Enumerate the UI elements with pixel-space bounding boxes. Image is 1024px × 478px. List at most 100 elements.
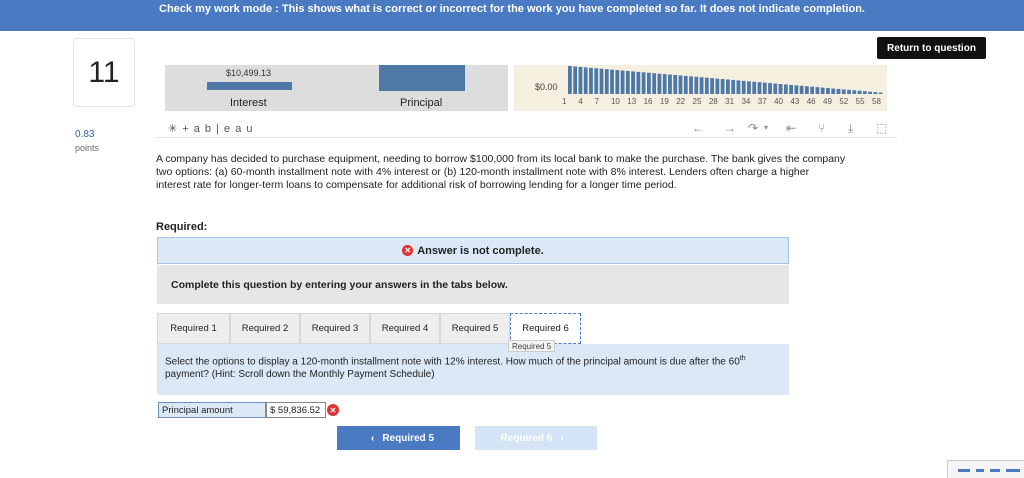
x-tick-label: 13 [627, 97, 637, 106]
answer-status-text: Answer is not complete. [417, 244, 544, 257]
x-tick-label: 58 [872, 97, 881, 106]
payment-bar [657, 73, 662, 94]
fullscreen-icon[interactable]: ⬚ [876, 121, 887, 135]
payment-bar [826, 88, 830, 94]
payment-bar [878, 92, 883, 94]
payment-bar [820, 87, 825, 94]
tableau-logo-text: + a b | e a u [182, 123, 254, 135]
x-tick-label: 10 [610, 97, 620, 106]
y-axis-zero-label: $0.00 [535, 82, 558, 92]
x-tick-label: 16 [643, 97, 653, 106]
x-tick-label: 46 [806, 97, 816, 106]
payment-bar [699, 77, 704, 94]
payment-bar [568, 66, 572, 94]
payment-bar [583, 67, 588, 94]
payment-bar [741, 80, 746, 94]
tab-tooltip: Required 5 [508, 340, 556, 352]
x-tick-label: 31 [725, 97, 735, 106]
payment-bar [673, 75, 678, 94]
incorrect-icon: ✕ [402, 245, 414, 256]
question-prompt: Select the options to display a 120-mont… [157, 344, 789, 395]
payment-bar [799, 85, 804, 94]
payment-bar [752, 81, 757, 94]
x-tick-label: 37 [757, 97, 767, 106]
instructions-text: Complete this question by entering your … [171, 278, 508, 291]
tab-required-1[interactable]: Required 1 [157, 313, 230, 344]
payment-bar [720, 79, 725, 94]
thumb-mark [976, 469, 984, 472]
tab-required-2[interactable]: Required 2 [230, 313, 300, 344]
redo-icon[interactable]: → [724, 121, 736, 135]
payment-bar [731, 79, 736, 94]
x-tick-label: 7 [594, 97, 600, 106]
x-tick-label: 1 [562, 97, 567, 106]
payment-bar [873, 92, 878, 94]
payment-bar [652, 73, 657, 94]
payment-bar [620, 70, 625, 94]
thumbnail-preview[interactable] [947, 460, 1024, 478]
payment-bar [704, 77, 709, 94]
x-tick-label: 52 [839, 97, 849, 106]
x-tick-label: 55 [855, 97, 865, 106]
download-icon[interactable]: ⤓ [848, 121, 853, 136]
check-my-work-banner: Check my work mode : This shows what is … [0, 0, 1024, 31]
payment-bar [647, 72, 651, 94]
payment-bar [847, 89, 851, 94]
return-to-question-button[interactable]: Return to question [877, 37, 986, 59]
payment-bar [694, 76, 699, 94]
prompt-text: Select the options to display a 120-mont… [165, 356, 740, 368]
incorrect-icon: ✕ [327, 404, 339, 416]
instructions: Complete this question by entering your … [157, 265, 789, 304]
payment-bar [668, 74, 672, 94]
payment-bar [831, 88, 836, 94]
tableau-logo-icon: ✳ [168, 123, 179, 135]
payment-bar [778, 84, 783, 94]
payment-bar [773, 83, 778, 94]
payment-bar [768, 83, 772, 94]
payment-bar [868, 91, 872, 94]
payment-bar [757, 82, 762, 94]
x-tick-label: 25 [692, 97, 702, 106]
payment-bar [805, 86, 809, 94]
tab-required-5[interactable]: Required 5 [440, 313, 510, 344]
chevron-down-icon[interactable]: ▾ [764, 123, 768, 132]
payment-bar [862, 91, 867, 94]
undo-icon[interactable]: ← [692, 121, 704, 135]
interest-value-label: $10,499.13 [226, 68, 272, 78]
next-required-button[interactable]: Required 6 › [475, 426, 597, 450]
payment-bar [710, 78, 714, 94]
revert-icon[interactable]: ↷ [748, 121, 758, 135]
payment-bar [604, 69, 609, 94]
payment-bar [762, 82, 767, 94]
payment-bar [689, 76, 693, 94]
principal-bar[interactable] [379, 65, 465, 91]
payment-bar [662, 74, 667, 94]
x-tick-label: 40 [774, 97, 783, 106]
payment-bar [789, 84, 793, 94]
question-text: A company has decided to purchase equipm… [156, 153, 846, 191]
payment-bar [610, 69, 614, 94]
reset-icon[interactable]: ⇤ [786, 121, 796, 135]
previous-required-button[interactable]: ‹ Required 5 [337, 426, 460, 450]
x-tick-label: 49 [823, 97, 832, 106]
thumb-mark [990, 469, 1000, 472]
interest-bar[interactable] [207, 82, 292, 90]
payment-bar [625, 70, 630, 94]
tableau-logo: ✳ + a b | e a u [168, 122, 254, 135]
tab-required-3[interactable]: Required 3 [300, 313, 370, 344]
payment-bar [678, 75, 683, 94]
payment-bar [810, 86, 815, 94]
payment-bar [857, 90, 862, 94]
next-label: Required 6 [500, 432, 553, 444]
toolbar-divider [155, 137, 897, 138]
share-icon[interactable]: ⑂ [818, 121, 825, 135]
required-heading: Required: [156, 221, 208, 233]
x-axis-ticks: 1 4 7 10 13 16 19 22 25 28 31 34 37 40 43 46 49 52 55 58 [562, 97, 881, 107]
principal-amount-input[interactable]: $ 59,836.52 [266, 402, 326, 418]
tab-required-4[interactable]: Required 4 [370, 313, 440, 344]
banner-text: Check my work mode : This shows what is … [159, 2, 865, 15]
payment-bar [747, 81, 751, 94]
payment-bar [641, 72, 646, 94]
payment-bar [783, 84, 788, 94]
interest-axis-label: Interest [230, 97, 267, 109]
